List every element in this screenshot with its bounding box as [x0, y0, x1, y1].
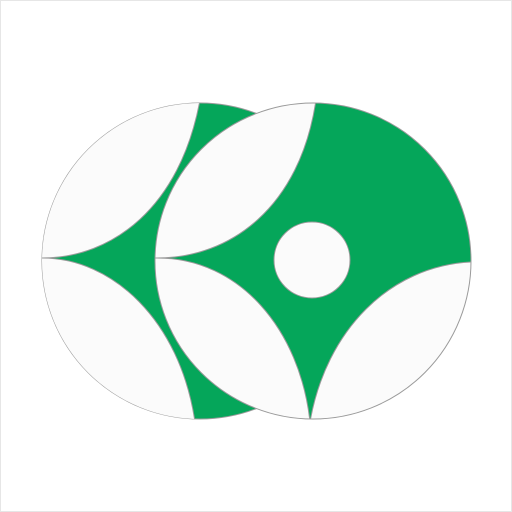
app-icon-canvas [0, 0, 512, 512]
twin-disc-logo-icon [41, 102, 472, 420]
center-hole [273, 221, 351, 299]
